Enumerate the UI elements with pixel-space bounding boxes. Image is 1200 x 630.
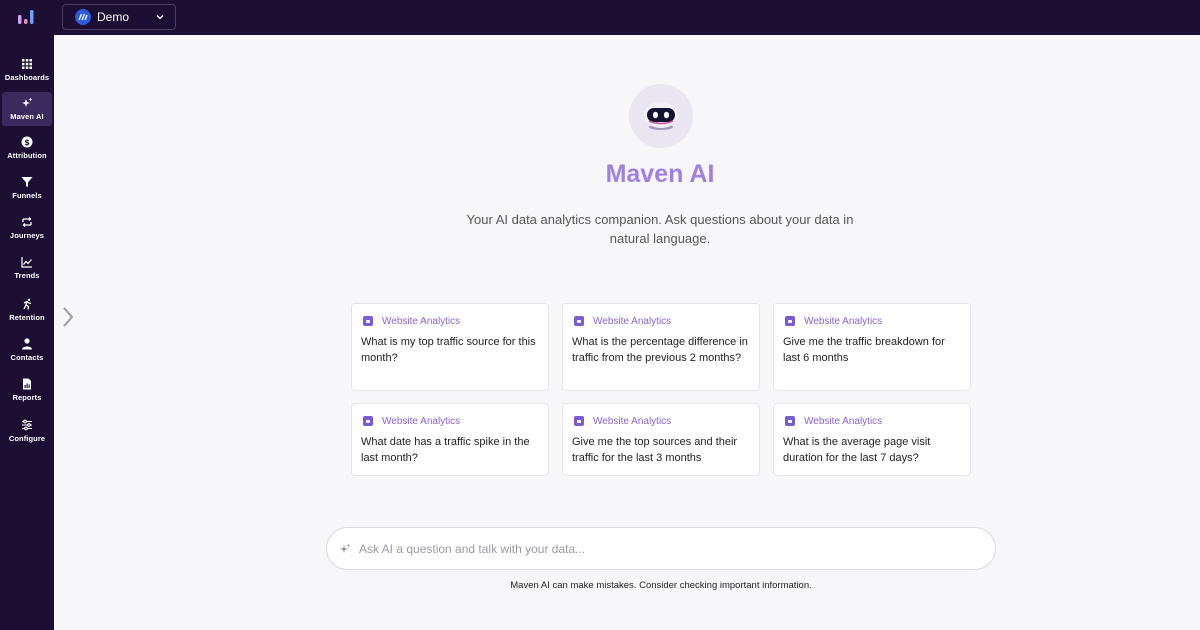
card-question: What date has a traffic spike in the las… <box>361 436 530 464</box>
workspace-avatar-icon <box>75 9 91 25</box>
sidebar-item-contacts[interactable]: Contacts <box>2 333 52 367</box>
svg-text:$: $ <box>24 138 30 147</box>
top-bar: Demo <box>0 0 1200 35</box>
sidebar-item-dashboards[interactable]: Dashboards <box>2 53 52 87</box>
journey-icon <box>22 217 32 227</box>
suggestion-card[interactable]: Website Analytics What is the average pa… <box>773 403 971 476</box>
sidebar-item-label: Dashboards <box>4 73 50 82</box>
sidebar-item-label: Contacts <box>10 353 44 362</box>
card-tag-label: Website Analytics <box>382 315 461 327</box>
robot-icon <box>644 102 678 130</box>
sidebar-item-journeys[interactable]: Journeys <box>2 211 52 245</box>
sidebar-item-maven-ai[interactable]: Maven AI <box>2 92 52 126</box>
expand-sidebar-chevron-right-icon[interactable] <box>60 305 76 329</box>
sidebar-item-label: Reports <box>12 393 42 402</box>
card-tag: Website Analytics <box>361 314 539 328</box>
disclaimer-text: Maven AI can make mistakes. Consider che… <box>510 580 812 591</box>
card-tag-label: Website Analytics <box>593 315 672 327</box>
workspace-selector[interactable]: Demo <box>62 4 176 30</box>
funnel-icon <box>21 177 33 187</box>
card-tag-label: Website Analytics <box>804 415 883 427</box>
sidebar-item-label: Attribution <box>7 151 47 160</box>
sliders-icon <box>22 419 32 431</box>
card-question: What is the percentage difference in tra… <box>572 336 748 364</box>
sidebar-item-trends[interactable]: Trends <box>2 251 52 285</box>
run-icon <box>23 298 32 310</box>
ask-ai-input[interactable] <box>359 541 995 556</box>
page-subtitle: Your AI data analytics companion. Ask qu… <box>466 212 854 246</box>
sidebar: Dashboards Maven AI $ Attribution Funnel… <box>0 35 54 630</box>
page-title: Maven AI <box>605 160 715 188</box>
trend-icon <box>21 257 32 268</box>
sidebar-item-attribution[interactable]: $ Attribution <box>2 131 52 165</box>
analytics-icon <box>785 416 795 426</box>
person-icon <box>22 338 32 350</box>
sidebar-item-label: Maven AI <box>10 112 44 121</box>
analytics-icon <box>574 416 584 426</box>
card-question: What is my top traffic source for this m… <box>361 336 536 364</box>
analytics-icon <box>574 316 584 326</box>
suggestion-card[interactable]: Website Analytics What is the percentage… <box>562 303 760 391</box>
card-question: What is the average page visit duration … <box>783 436 931 464</box>
sidebar-item-label: Funnels <box>12 191 42 200</box>
sidebar-item-configure[interactable]: Configure <box>2 414 52 448</box>
card-tag-label: Website Analytics <box>593 415 672 427</box>
card-tag: Website Analytics <box>361 414 539 428</box>
card-tag-label: Website Analytics <box>382 415 461 427</box>
analytics-icon <box>785 316 795 326</box>
sparkle-icon <box>340 543 351 553</box>
chevron-down-icon <box>156 15 164 20</box>
card-tag: Website Analytics <box>783 414 961 428</box>
card-question: Give me the top sources and their traffi… <box>572 436 738 464</box>
analytics-icon <box>363 316 373 326</box>
sidebar-item-label: Retention <box>9 313 45 322</box>
sidebar-item-label: Trends <box>14 271 40 280</box>
workspace-name: Demo <box>97 10 130 24</box>
analytics-icon <box>363 416 373 426</box>
card-tag: Website Analytics <box>572 314 750 328</box>
sidebar-item-label: Journeys <box>9 231 45 240</box>
card-tag: Website Analytics <box>783 314 961 328</box>
suggestion-card[interactable]: Website Analytics What is my top traffic… <box>351 303 549 391</box>
card-tag: Website Analytics <box>572 414 750 428</box>
grid-icon <box>22 59 32 69</box>
sidebar-item-reports[interactable]: Reports <box>2 373 52 407</box>
sparkle-icon <box>22 97 33 107</box>
sidebar-item-funnels[interactable]: Funnels <box>2 171 52 205</box>
card-question: Give me the traffic breakdown for last 6… <box>783 336 945 364</box>
sidebar-item-retention[interactable]: Retention <box>2 293 52 327</box>
ask-ai-bar[interactable] <box>326 527 996 570</box>
suggestion-card[interactable]: Website Analytics Give me the top source… <box>562 403 760 476</box>
sidebar-item-label: Configure <box>8 434 46 443</box>
app-logo-icon[interactable] <box>17 9 35 25</box>
card-tag-label: Website Analytics <box>804 315 883 327</box>
report-icon <box>23 378 31 390</box>
suggestion-card[interactable]: Website Analytics Give me the traffic br… <box>773 303 971 391</box>
suggestion-card[interactable]: Website Analytics What date has a traffi… <box>351 403 549 476</box>
maven-ai-avatar <box>629 84 693 148</box>
dollar-icon: $ <box>21 136 33 148</box>
